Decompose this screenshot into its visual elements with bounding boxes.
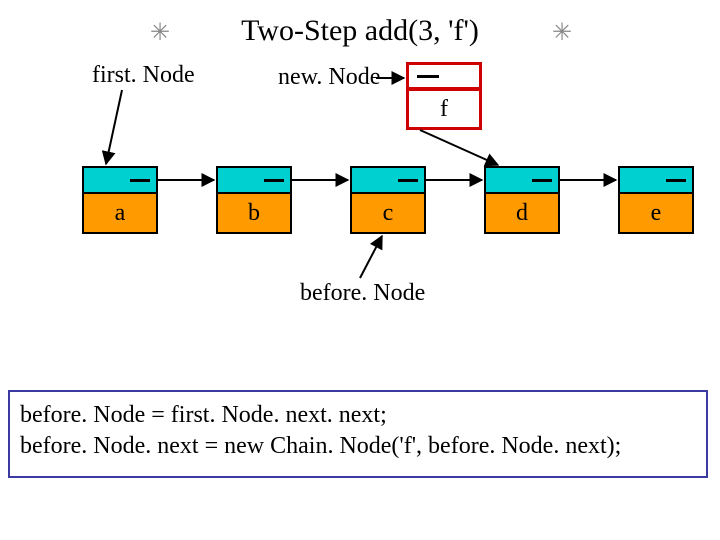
node-b-value: b bbox=[216, 192, 292, 234]
node-d-header bbox=[484, 166, 560, 194]
new-node-label: new. Node bbox=[278, 64, 380, 91]
inserted-node-value: f bbox=[406, 88, 482, 130]
node-c-header bbox=[350, 166, 426, 194]
code-box: before. Node = first. Node. next. next; … bbox=[8, 390, 708, 478]
node-b-header bbox=[216, 166, 292, 194]
node-d-value: d bbox=[484, 192, 560, 234]
page-title: Two-Step add(3, 'f') bbox=[0, 14, 720, 48]
node-e-header bbox=[618, 166, 694, 194]
node-a-header bbox=[82, 166, 158, 194]
first-node-label: first. Node bbox=[92, 62, 195, 89]
code-line-2: before. Node. next = new Chain. Node('f'… bbox=[20, 431, 696, 462]
before-node-label: before. Node bbox=[300, 280, 425, 307]
node-a-value: a bbox=[82, 192, 158, 234]
node-c-value: c bbox=[350, 192, 426, 234]
code-line-1: before. Node = first. Node. next. next; bbox=[20, 400, 696, 431]
inserted-node-header bbox=[406, 62, 482, 90]
node-e-value: e bbox=[618, 192, 694, 234]
